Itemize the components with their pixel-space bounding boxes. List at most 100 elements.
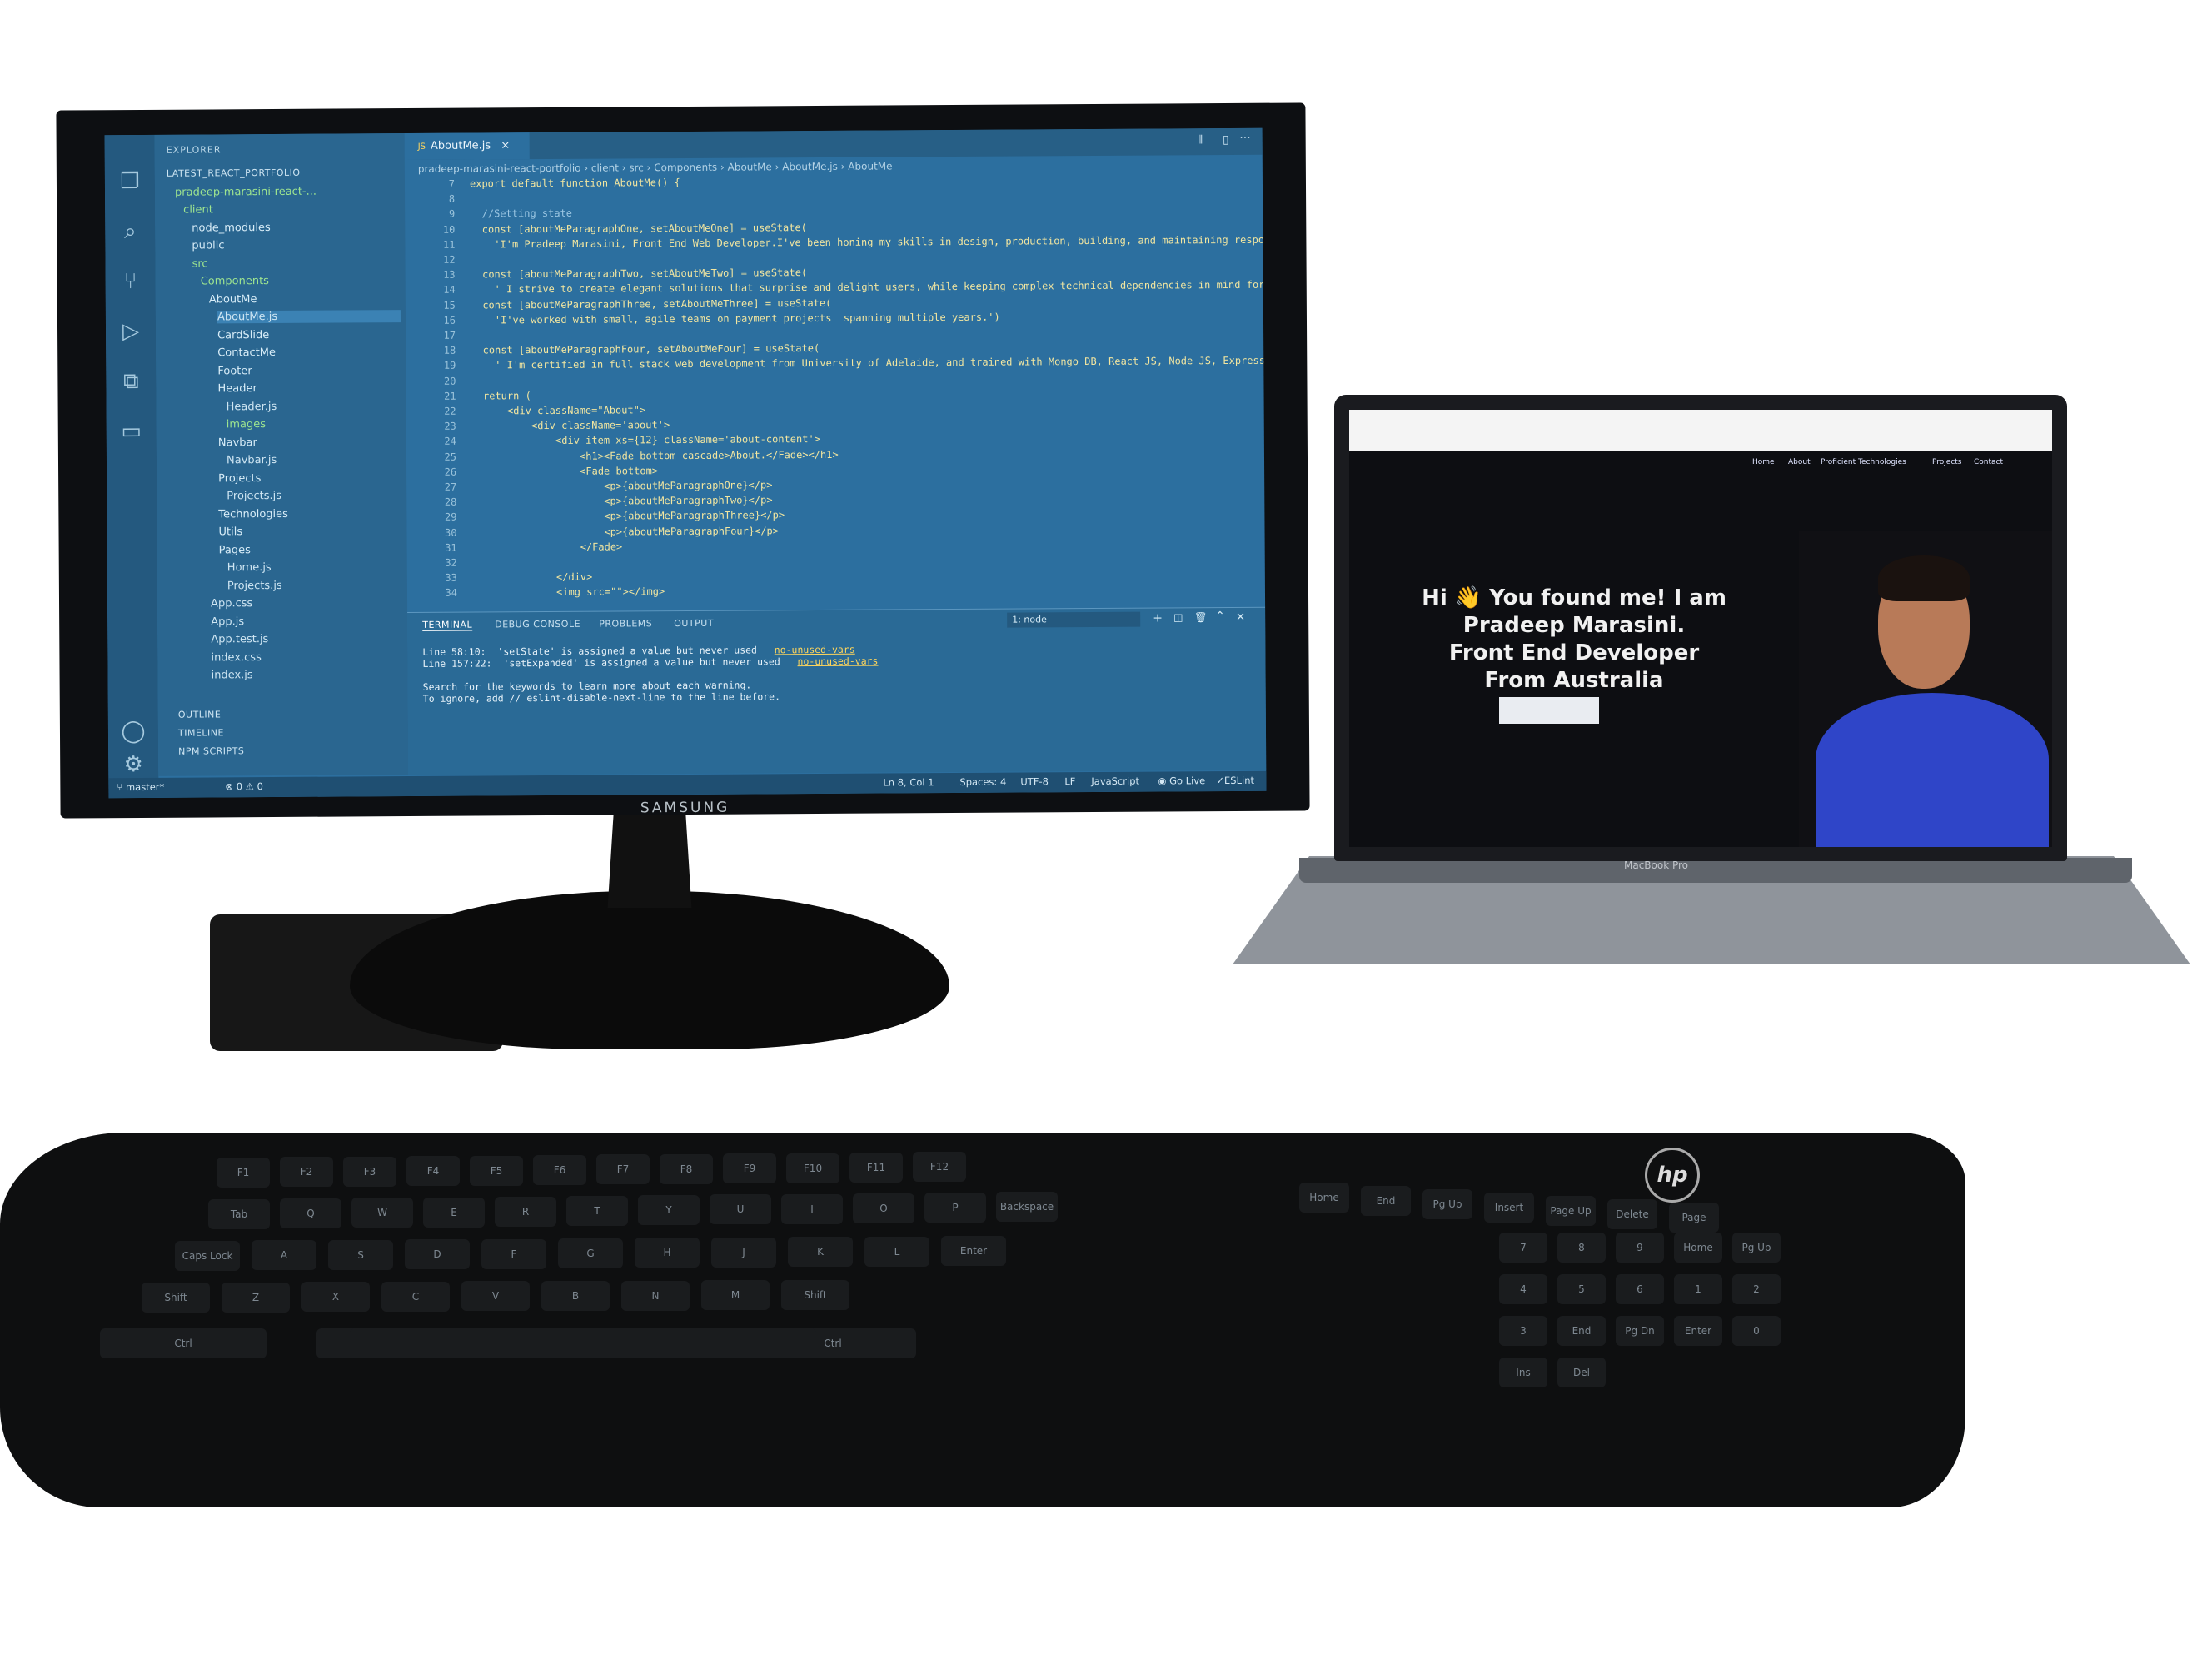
tree-item[interactable]: Projects [218, 472, 261, 485]
code-line[interactable]: 'I'm Pradeep Marasini, Front End Web Dev… [470, 234, 1264, 251]
keyboard-key[interactable]: S [328, 1239, 393, 1270]
code-line[interactable]: <p>{aboutMeParagraphOne}</p> [471, 479, 772, 492]
nav-about[interactable]: About [1788, 458, 1811, 466]
code-line[interactable]: export default function AboutMe() { [470, 177, 680, 190]
encoding[interactable]: UTF-8 [1020, 775, 1049, 787]
tab-debug-console[interactable]: DEBUG CONSOLE [495, 619, 580, 630]
tree-item[interactable]: Projects.js [227, 490, 281, 502]
tree-item[interactable]: AboutMe.js [217, 310, 401, 324]
tab-terminal[interactable]: TERMINAL [422, 619, 473, 631]
keyboard-key[interactable]: F2 [280, 1157, 333, 1188]
go-live-button[interactable]: ◉ Go Live [1158, 775, 1205, 786]
tree-item[interactable]: index.css [211, 651, 261, 664]
code-line[interactable]: <Fade bottom> [471, 465, 658, 477]
hero-button[interactable] [1499, 697, 1599, 724]
run-debug-icon[interactable]: ▷ [117, 318, 144, 345]
numpad-key[interactable]: Pg Dn [1616, 1316, 1664, 1346]
keyboard-key[interactable]: Z [222, 1282, 290, 1313]
keyboard-key[interactable]: F8 [660, 1153, 713, 1184]
sidebar-section-header[interactable]: NPM SCRIPTS [178, 745, 244, 756]
numpad-key[interactable]: 9 [1616, 1233, 1664, 1263]
keyboard-key[interactable]: V [461, 1281, 530, 1312]
terminal-rule-link[interactable]: no-unused-vars [775, 644, 855, 656]
tree-item[interactable]: App.js [211, 615, 244, 628]
keyboard-key[interactable]: F1 [217, 1158, 270, 1188]
account-icon[interactable]: ◯ [120, 718, 147, 745]
keyboard-key[interactable]: F3 [343, 1156, 396, 1187]
code-line[interactable]: const [aboutMeParagraphFour, setAboutMeF… [471, 342, 820, 356]
split-terminal-icon[interactable]: ◫ [1173, 611, 1183, 623]
keyboard-key[interactable]: Page Up [1546, 1196, 1596, 1226]
keyboard-key[interactable]: R [495, 1196, 556, 1227]
code-line[interactable]: ' I strive to create elegant solutions t… [471, 279, 1265, 296]
nav-home[interactable]: Home [1752, 458, 1775, 466]
sidebar-section-header[interactable]: LATEST_REACT_PORTFOLIO [167, 167, 301, 179]
keyboard-key[interactable]: F5 [470, 1155, 523, 1186]
nav-projects[interactable]: Projects [1932, 458, 1961, 466]
branch-indicator[interactable]: ⑂ master* [117, 781, 164, 793]
keyboard-key[interactable]: U [710, 1194, 771, 1225]
keyboard-key[interactable]: L [864, 1236, 929, 1267]
keyboard-key[interactable]: Backspace [996, 1192, 1058, 1223]
keyboard-key[interactable]: End [1361, 1186, 1411, 1216]
keyboard-key[interactable]: F4 [406, 1156, 460, 1187]
code-line[interactable]: <img src=""></img> [472, 586, 665, 599]
keyboard-key[interactable]: I [781, 1193, 843, 1224]
tree-item[interactable]: public [192, 239, 224, 252]
keyboard-key[interactable]: G [558, 1238, 623, 1268]
numpad-key[interactable]: Home [1674, 1233, 1722, 1263]
language-mode[interactable]: JavaScript [1091, 775, 1139, 787]
keyboard-key[interactable]: O [853, 1193, 914, 1223]
numpad-key[interactable]: 7 [1499, 1233, 1547, 1263]
tree-item[interactable]: src [192, 257, 207, 270]
line-ending[interactable]: LF [1064, 775, 1075, 787]
code-line[interactable]: const [aboutMeParagraphThree, setAboutMe… [471, 297, 831, 311]
code-line[interactable]: const [aboutMeParagraphOne, setAboutMeOn… [470, 222, 807, 235]
keyboard-key[interactable]: Q [280, 1198, 341, 1229]
nav-technologies[interactable]: Proficient Technologies [1821, 458, 1906, 466]
keyboard-key[interactable]: F6 [533, 1155, 586, 1185]
keyboard-key[interactable]: Home [1299, 1183, 1349, 1213]
tree-item[interactable]: Header.js [227, 400, 277, 412]
tree-item[interactable]: Home.js [227, 561, 272, 574]
spacebar-key[interactable] [350, 1328, 816, 1358]
sidebar-section-header[interactable]: OUTLINE [178, 709, 222, 720]
numpad-key[interactable]: End [1557, 1316, 1606, 1346]
code-line[interactable]: <p>{aboutMeParagraphFour}</p> [471, 525, 779, 538]
tab-problems[interactable]: PROBLEMS [599, 618, 652, 629]
split-editor-icon[interactable]: ⫴ [1199, 133, 1204, 147]
nav-contact[interactable]: Contact [1974, 458, 2003, 466]
numpad-key[interactable]: 8 [1557, 1233, 1606, 1263]
code-line[interactable]: <h1><Fade bottom cascade>About.</Fade></… [471, 448, 839, 462]
keyboard-key[interactable]: H [635, 1238, 700, 1268]
tree-item[interactable]: node_modules [192, 222, 271, 235]
extensions-icon[interactable]: ⧉ [117, 368, 144, 395]
numpad-key[interactable]: 2 [1732, 1274, 1781, 1304]
chevron-up-icon[interactable]: ⌃ [1215, 610, 1225, 623]
tree-item[interactable]: pradeep-marasini-react-... [175, 185, 316, 198]
trash-icon[interactable]: 🗑 [1194, 611, 1207, 623]
numpad-key[interactable]: Enter [1674, 1316, 1722, 1346]
code-line[interactable]: 'I've worked with small, agile teams on … [471, 311, 1000, 326]
numpad-key[interactable]: 0 [1732, 1316, 1781, 1346]
keyboard-key[interactable]: B [541, 1281, 610, 1311]
breadcrumb[interactable]: pradeep-marasini-react-portfolio › clien… [418, 160, 893, 174]
tree-item[interactable]: ContactMe [217, 346, 276, 359]
numpad-key[interactable]: Del [1557, 1358, 1606, 1387]
tree-item[interactable]: Utils [218, 526, 242, 538]
keyboard-key[interactable]: F12 [913, 1152, 966, 1183]
source-control-icon[interactable]: ⑂ [117, 268, 144, 295]
keyboard-key[interactable]: M [701, 1280, 770, 1311]
add-terminal-icon[interactable]: + [1153, 611, 1163, 625]
files-icon[interactable]: ❐ [117, 168, 143, 195]
tab-output[interactable]: OUTPUT [674, 618, 714, 629]
close-panel-icon[interactable]: ✕ [1236, 611, 1245, 624]
keyboard-key[interactable]: F [481, 1238, 546, 1269]
keyboard-key[interactable]: A [252, 1240, 316, 1271]
terminal-rule-link[interactable]: no-unused-vars [797, 655, 878, 668]
tree-item[interactable]: Navbar [218, 436, 257, 449]
tree-item[interactable]: AboutMe [209, 293, 257, 306]
keyboard-key[interactable]: T [566, 1196, 628, 1226]
layout-icon[interactable]: ▯ [1223, 133, 1229, 147]
keyboard-key[interactable]: Shift [142, 1283, 210, 1313]
